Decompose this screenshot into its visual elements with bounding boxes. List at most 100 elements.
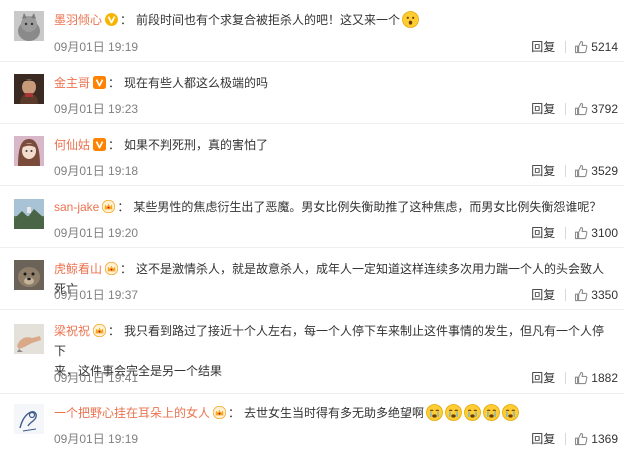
like-button[interactable]: 5214 <box>574 39 618 55</box>
comment-content: san-jake ：某些男性的焦虑衍生出了恶魔。男女比例失衡助推了这种焦虑，而男女… <box>54 197 616 217</box>
action-divider <box>565 289 567 301</box>
avatar[interactable] <box>14 136 44 166</box>
comment-meta: 09月01日 19:23 回复 3792 <box>54 101 618 117</box>
crying-emoji-icon <box>426 404 443 421</box>
like-count: 1369 <box>591 432 618 446</box>
action-divider <box>565 165 567 177</box>
comment-text: 如果不判死刑，真的害怕了 <box>124 138 269 152</box>
like-count: 3792 <box>591 102 618 116</box>
commenter-name[interactable]: san-jake <box>54 200 99 214</box>
like-button[interactable]: 1882 <box>574 370 618 386</box>
comment-meta: 09月01日 19:19 回复 5214 <box>54 39 618 55</box>
portrait-avatar-image <box>14 74 44 104</box>
thumbs-up-icon <box>574 371 588 385</box>
commenter-name[interactable]: 何仙姑 <box>54 138 90 152</box>
thumbs-up-icon <box>574 164 588 178</box>
avatar[interactable] <box>14 199 44 229</box>
avatar[interactable] <box>14 74 44 104</box>
reply-button[interactable]: 回复 <box>531 370 555 386</box>
comment-body: 一个把野心挂在耳朵上的女人 ：去世女生当时得有多无助多绝望啊 <box>54 403 616 423</box>
like-button[interactable]: 3792 <box>574 101 618 117</box>
crown-badge-icon <box>102 200 116 213</box>
emoji-group <box>424 404 519 421</box>
thumbs-up-icon <box>574 432 588 446</box>
comment-item: 何仙姑 ：如果不判死刑，真的害怕了 09月01日 19:18 回复 3529 <box>0 124 624 186</box>
thumbs-up-icon <box>574 226 588 240</box>
hand-avatar-image <box>14 324 44 354</box>
crown-badge-icon <box>213 406 227 419</box>
reply-button[interactable]: 回复 <box>531 163 555 179</box>
comment-body: 何仙姑 ：如果不判死刑，真的害怕了 <box>54 135 616 155</box>
timestamp: 09月01日 19:19 <box>54 432 139 446</box>
separator: ： <box>108 138 121 152</box>
action-divider <box>565 41 567 53</box>
commenter-name[interactable]: 梁祝祝 <box>54 324 90 338</box>
comment-meta: 09月01日 19:19 回复 1369 <box>54 431 618 447</box>
avatar[interactable] <box>14 11 44 41</box>
action-divider <box>565 103 567 115</box>
action-divider <box>565 372 567 384</box>
like-button[interactable]: 3350 <box>574 287 618 303</box>
comment-meta: 09月01日 19:41 回复 1882 <box>54 370 618 386</box>
comment-actions: 回复 5214 <box>531 39 618 55</box>
comment-item: san-jake ：某些男性的焦虑衍生出了恶魔。男女比例失衡助推了这种焦虑，而男女… <box>0 186 624 248</box>
comment-text: 现在有些人都这么极端的吗 <box>124 76 269 90</box>
crown-badge-icon <box>105 262 119 275</box>
like-button[interactable]: 3100 <box>574 225 618 241</box>
reply-button[interactable]: 回复 <box>531 39 555 55</box>
commenter-name[interactable]: 一个把野心挂在耳朵上的女人 <box>54 406 210 420</box>
avatar[interactable] <box>14 324 44 354</box>
separator: ： <box>108 76 121 90</box>
timestamp: 09月01日 19:23 <box>54 102 139 116</box>
commenter-name[interactable]: 金主哥 <box>54 76 90 90</box>
thumbs-up-icon <box>574 40 588 54</box>
comment-body: san-jake ：某些男性的焦虑衍生出了恶魔。男女比例失衡助推了这种焦虑，而男女… <box>54 197 616 217</box>
separator: ： <box>228 406 241 420</box>
comment-item: 梁祝祝 ：我只看到路过了接近十个人左右，每一个人停下车来制止这件事情的发生，但凡有… <box>0 310 624 394</box>
reply-button[interactable]: 回复 <box>531 225 555 241</box>
timestamp: 09月01日 19:19 <box>54 40 139 54</box>
crown-badge-icon <box>93 324 107 337</box>
timestamp: 09月01日 19:18 <box>54 164 139 178</box>
crying-emoji-icon <box>502 404 519 421</box>
avatar[interactable] <box>14 260 44 290</box>
comment-content: 墨羽倾心 ：前段时间也有个求复合被拒杀人的吧！这又来一个 <box>54 10 616 30</box>
action-divider <box>565 227 567 239</box>
like-count: 3100 <box>591 226 618 240</box>
comment-actions: 回复 3792 <box>531 101 618 117</box>
comment-item: 虎鲸看山：这不是激情杀人，就是故意杀人，成年人一定知道这样连续多次用力踹一个人的… <box>0 248 624 310</box>
crying-emoji-icon <box>483 404 500 421</box>
comment-actions: 回复 1369 <box>531 431 618 447</box>
sketch-avatar-image <box>14 404 44 434</box>
comment-body: 金主哥 ：现在有些人都这么极端的吗 <box>54 73 616 93</box>
commenter-name[interactable]: 墨羽倾心 <box>54 13 102 27</box>
surprised-emoji-icon <box>402 11 419 28</box>
commenter-name[interactable]: 虎鲸看山 <box>54 262 102 276</box>
action-divider <box>565 433 567 445</box>
comment-item: 金主哥 ：现在有些人都这么极端的吗 09月01日 19:23 回复 3792 <box>0 62 624 124</box>
like-count: 3350 <box>591 288 618 302</box>
reply-button[interactable]: 回复 <box>531 101 555 117</box>
like-count: 3529 <box>591 164 618 178</box>
dog-avatar-image <box>14 260 44 290</box>
comment-actions: 回复 3350 <box>531 287 618 303</box>
comment-list: 墨羽倾心：前段时间也有个求复合被拒杀人的吧！这又来一个 09月01日 19:19… <box>0 0 624 454</box>
comment-text: 某些男性的焦虑衍生出了恶魔。男女比例失衡助推了这种焦虑，而男女比例失衡怨谁呢？ <box>133 200 602 214</box>
cat-avatar-image <box>14 11 44 41</box>
comment-text: 去世女生当时得有多无助多绝望啊 <box>244 406 425 420</box>
comment-meta: 09月01日 19:37 回复 3350 <box>54 287 618 303</box>
thumbs-up-icon <box>574 288 588 302</box>
comment-content: 金主哥 ：现在有些人都这么极端的吗 <box>54 73 616 93</box>
separator: ： <box>117 200 130 214</box>
timestamp: 09月01日 19:20 <box>54 226 139 240</box>
comment-item: 一个把野心挂在耳朵上的女人 ：去世女生当时得有多无助多绝望啊 09月01日 19:… <box>0 394 624 454</box>
like-button[interactable]: 1369 <box>574 431 618 447</box>
avatar[interactable] <box>14 404 44 434</box>
reply-button[interactable]: 回复 <box>531 287 555 303</box>
reply-button[interactable]: 回复 <box>531 431 555 447</box>
comment-actions: 回复 3529 <box>531 163 618 179</box>
crying-emoji-icon <box>445 404 462 421</box>
comment-actions: 回复 3100 <box>531 225 618 241</box>
like-button[interactable]: 3529 <box>574 163 618 179</box>
thumbs-up-icon <box>574 102 588 116</box>
